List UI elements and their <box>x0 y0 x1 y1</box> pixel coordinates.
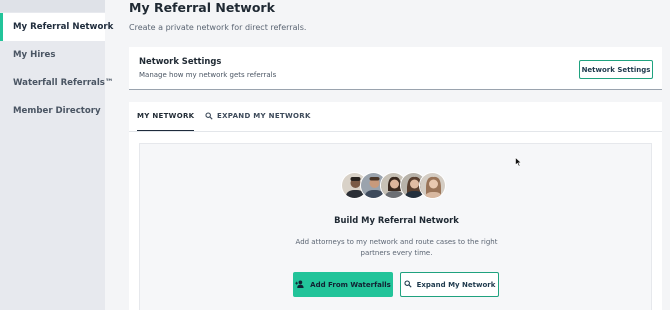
empty-state-description: Add attorneys to my network and route ca… <box>295 238 498 257</box>
add-user-icon <box>295 280 305 290</box>
page-subtitle: Create a private network for direct refe… <box>129 23 307 32</box>
sidebar: My Referral Network My Hires Waterfall R… <box>0 0 114 310</box>
sidebar-item-label: My Referral Network <box>13 22 114 32</box>
network-tabs-card: MY NETWORK EXPAND MY NETWORK Build My Re… <box>129 102 662 310</box>
search-icon <box>404 279 412 290</box>
avatar <box>419 172 446 199</box>
mouse-cursor-icon <box>515 152 522 171</box>
tab-expand-my-network[interactable]: EXPAND MY NETWORK <box>205 112 311 132</box>
sidebar-top-band <box>0 0 105 12</box>
page-title: My Referral Network <box>129 0 275 15</box>
expand-button-label: Expand My Network <box>416 280 496 289</box>
expand-my-network-button[interactable]: Expand My Network <box>400 272 499 297</box>
tabs-divider <box>129 131 662 132</box>
add-from-waterfalls-button[interactable]: Add From Waterfalls <box>293 272 393 297</box>
settings-description: Manage how my network gets referrals <box>139 71 277 79</box>
sidebar-item-my-hires[interactable]: My Hires <box>0 41 105 69</box>
empty-state-title: Build My Referral Network <box>334 215 459 225</box>
sidebar-item-waterfall-referrals[interactable]: Waterfall Referrals™ <box>0 69 114 97</box>
sidebar-item-my-referral-network[interactable]: My Referral Network <box>0 13 113 41</box>
tab-label: EXPAND MY NETWORK <box>217 112 311 120</box>
add-button-label: Add From Waterfalls <box>310 280 391 289</box>
tab-label: MY NETWORK <box>137 112 195 120</box>
sidebar-item-member-directory[interactable]: Member Directory <box>0 97 105 125</box>
search-icon <box>205 112 213 122</box>
tab-my-network[interactable]: MY NETWORK <box>137 112 195 132</box>
sidebar-item-label: My Hires <box>13 50 56 60</box>
sidebar-item-label: Waterfall Referrals™ <box>13 78 114 88</box>
network-settings-card: Network Settings Manage how my network g… <box>129 47 662 90</box>
settings-title: Network Settings <box>139 56 222 66</box>
empty-state-panel: Build My Referral Network Add attorneys … <box>139 143 652 310</box>
sidebar-item-label: Member Directory <box>13 106 101 116</box>
avatar-group <box>341 172 446 200</box>
network-settings-button[interactable]: Network Settings <box>579 60 653 79</box>
